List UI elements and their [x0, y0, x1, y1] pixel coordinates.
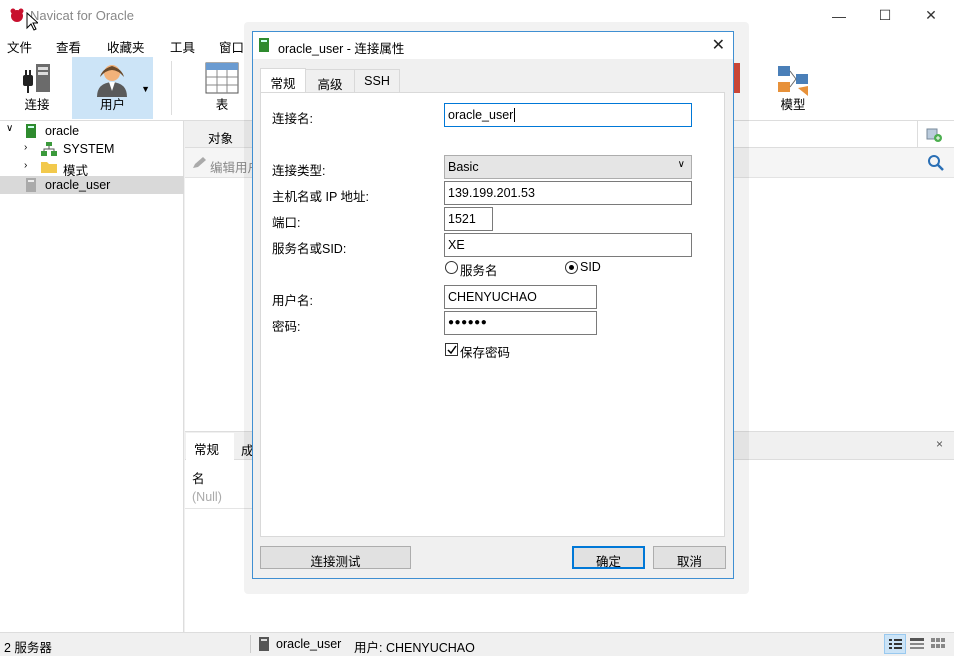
menu-favorites[interactable]: 收藏夹 — [107, 37, 145, 56]
tree-item-system[interactable]: › SYSTEM — [0, 140, 184, 158]
menu-tools[interactable]: 工具 — [170, 37, 195, 56]
menu-file[interactable]: 文件 — [7, 37, 32, 56]
password-input[interactable]: ●●●●●● — [444, 311, 597, 335]
save-password-checkbox[interactable] — [445, 343, 458, 356]
tree-item-schemas[interactable]: › 模式 — [0, 158, 184, 178]
status-user: 用户: CHENYUCHAO — [354, 641, 475, 655]
status-divider — [250, 635, 251, 653]
connection-icon — [26, 124, 36, 138]
minimize-button[interactable]: — — [816, 0, 862, 31]
connection-icon — [26, 178, 36, 192]
schema-icon — [41, 142, 57, 156]
chevron-right-icon[interactable]: › — [24, 160, 27, 171]
test-connection-button[interactable]: 连接测试 — [260, 546, 411, 569]
tab-general[interactable]: 常规 — [260, 68, 306, 92]
cancel-button[interactable]: 取消 — [653, 546, 726, 569]
info-name-header: 名 — [192, 472, 205, 486]
tree-item-oracle-user[interactable]: oracle_user — [0, 176, 184, 194]
detail-view-icon[interactable] — [910, 638, 924, 650]
tab-advanced[interactable]: 高级 — [305, 69, 355, 92]
close-panel-icon[interactable]: × — [936, 437, 943, 451]
toolbar-separator — [171, 61, 172, 115]
tab-divider — [917, 121, 918, 148]
list-view-icon — [889, 639, 902, 649]
chevron-right-icon[interactable]: › — [24, 142, 27, 153]
search-icon[interactable] — [927, 154, 945, 172]
list-view-button[interactable] — [884, 634, 906, 654]
table-button[interactable]: 表 — [194, 57, 250, 119]
dialog-title-bar: oracle_user - 连接属性 ✕ — [253, 32, 733, 59]
user-button[interactable]: ▼ 用户 — [72, 57, 153, 119]
service-label: 服务名或SID: — [272, 242, 347, 256]
status-servers: 2 服务器 — [4, 641, 52, 655]
username-label: 用户名: — [272, 294, 313, 308]
conn-name-label: 连接名: — [272, 112, 313, 126]
host-label: 主机名或 IP 地址: — [272, 190, 370, 204]
connection-tree: ∨ oracle › SYSTEM › 模式 oracle_user — [0, 121, 184, 632]
radio-sid-label: SID — [580, 260, 601, 274]
dropdown-arrow-icon[interactable]: ▼ — [141, 84, 150, 94]
maximize-button[interactable]: ☐ — [862, 0, 908, 31]
connection-icon — [259, 637, 269, 651]
chevron-down-icon: ∨ — [677, 159, 685, 170]
ok-button[interactable]: 确定 — [572, 546, 645, 569]
info-name-value: (Null) — [192, 490, 222, 504]
service-input[interactable]: XE — [444, 233, 692, 257]
status-connection: oracle_user — [276, 637, 342, 651]
grid-view-icon[interactable] — [931, 638, 945, 650]
conn-type-label: 连接类型: — [272, 164, 326, 178]
pencil-icon — [193, 157, 206, 168]
info-row-divider — [185, 508, 252, 509]
dialog-close-icon[interactable]: ✕ — [712, 35, 725, 55]
connect-button[interactable]: 连接 — [8, 57, 66, 119]
table-icon — [205, 62, 239, 94]
tab-ssh[interactable]: SSH — [354, 69, 400, 92]
status-bar: 2 服务器 oracle_user 用户: CHENYUCHAO — [0, 632, 954, 655]
navicat-logo-icon — [10, 8, 24, 22]
radio-service-name-label: 服务名 — [460, 264, 498, 278]
port-label: 端口: — [272, 216, 301, 230]
password-label: 密码: — [272, 320, 301, 334]
menu-window[interactable]: 窗口 — [219, 37, 244, 56]
user-icon — [97, 65, 127, 97]
radio-service-name[interactable] — [445, 261, 458, 274]
checkmark-icon — [447, 345, 457, 355]
connect-label: 连接 — [24, 98, 50, 112]
general-tab-panel: 连接名: oracle_user 连接类型: Basic ∨ 主机名或 IP 地… — [260, 92, 725, 537]
folder-icon — [41, 162, 57, 173]
tree-item-oracle[interactable]: ∨ oracle — [0, 122, 184, 140]
connection-properties-dialog: oracle_user - 连接属性 ✕ 常规 高级 SSH 连接名: orac… — [252, 31, 734, 579]
menu-view[interactable]: 查看 — [56, 37, 81, 56]
conn-type-select[interactable]: Basic ∨ — [444, 155, 692, 179]
user-label: 用户 — [99, 98, 125, 112]
dialog-title: oracle_user - 连接属性 — [278, 42, 405, 56]
connection-icon — [259, 38, 269, 52]
model-button[interactable]: 模型 — [764, 57, 822, 119]
model-icon — [778, 66, 808, 96]
app-title: Navicat for Oracle — [30, 8, 135, 23]
tab-strip-right — [734, 121, 954, 148]
chevron-down-icon[interactable]: ∨ — [6, 123, 13, 134]
conn-name-input[interactable]: oracle_user — [444, 103, 692, 127]
model-label: 模型 — [780, 98, 806, 112]
info-tab-general[interactable]: 常规 — [186, 433, 234, 461]
save-password-label: 保存密码 — [460, 346, 511, 360]
mouse-cursor-icon — [26, 12, 38, 31]
username-input[interactable]: CHENYUCHAO — [444, 285, 597, 309]
new-tab-icon[interactable] — [926, 126, 942, 142]
port-input[interactable]: 1521 — [444, 207, 493, 231]
table-label: 表 — [215, 98, 229, 112]
close-window-button[interactable]: ✕ — [908, 0, 954, 31]
host-input[interactable]: 139.199.201.53 — [444, 181, 692, 205]
connection-plug-icon — [23, 64, 50, 93]
radio-sid[interactable] — [565, 261, 578, 274]
